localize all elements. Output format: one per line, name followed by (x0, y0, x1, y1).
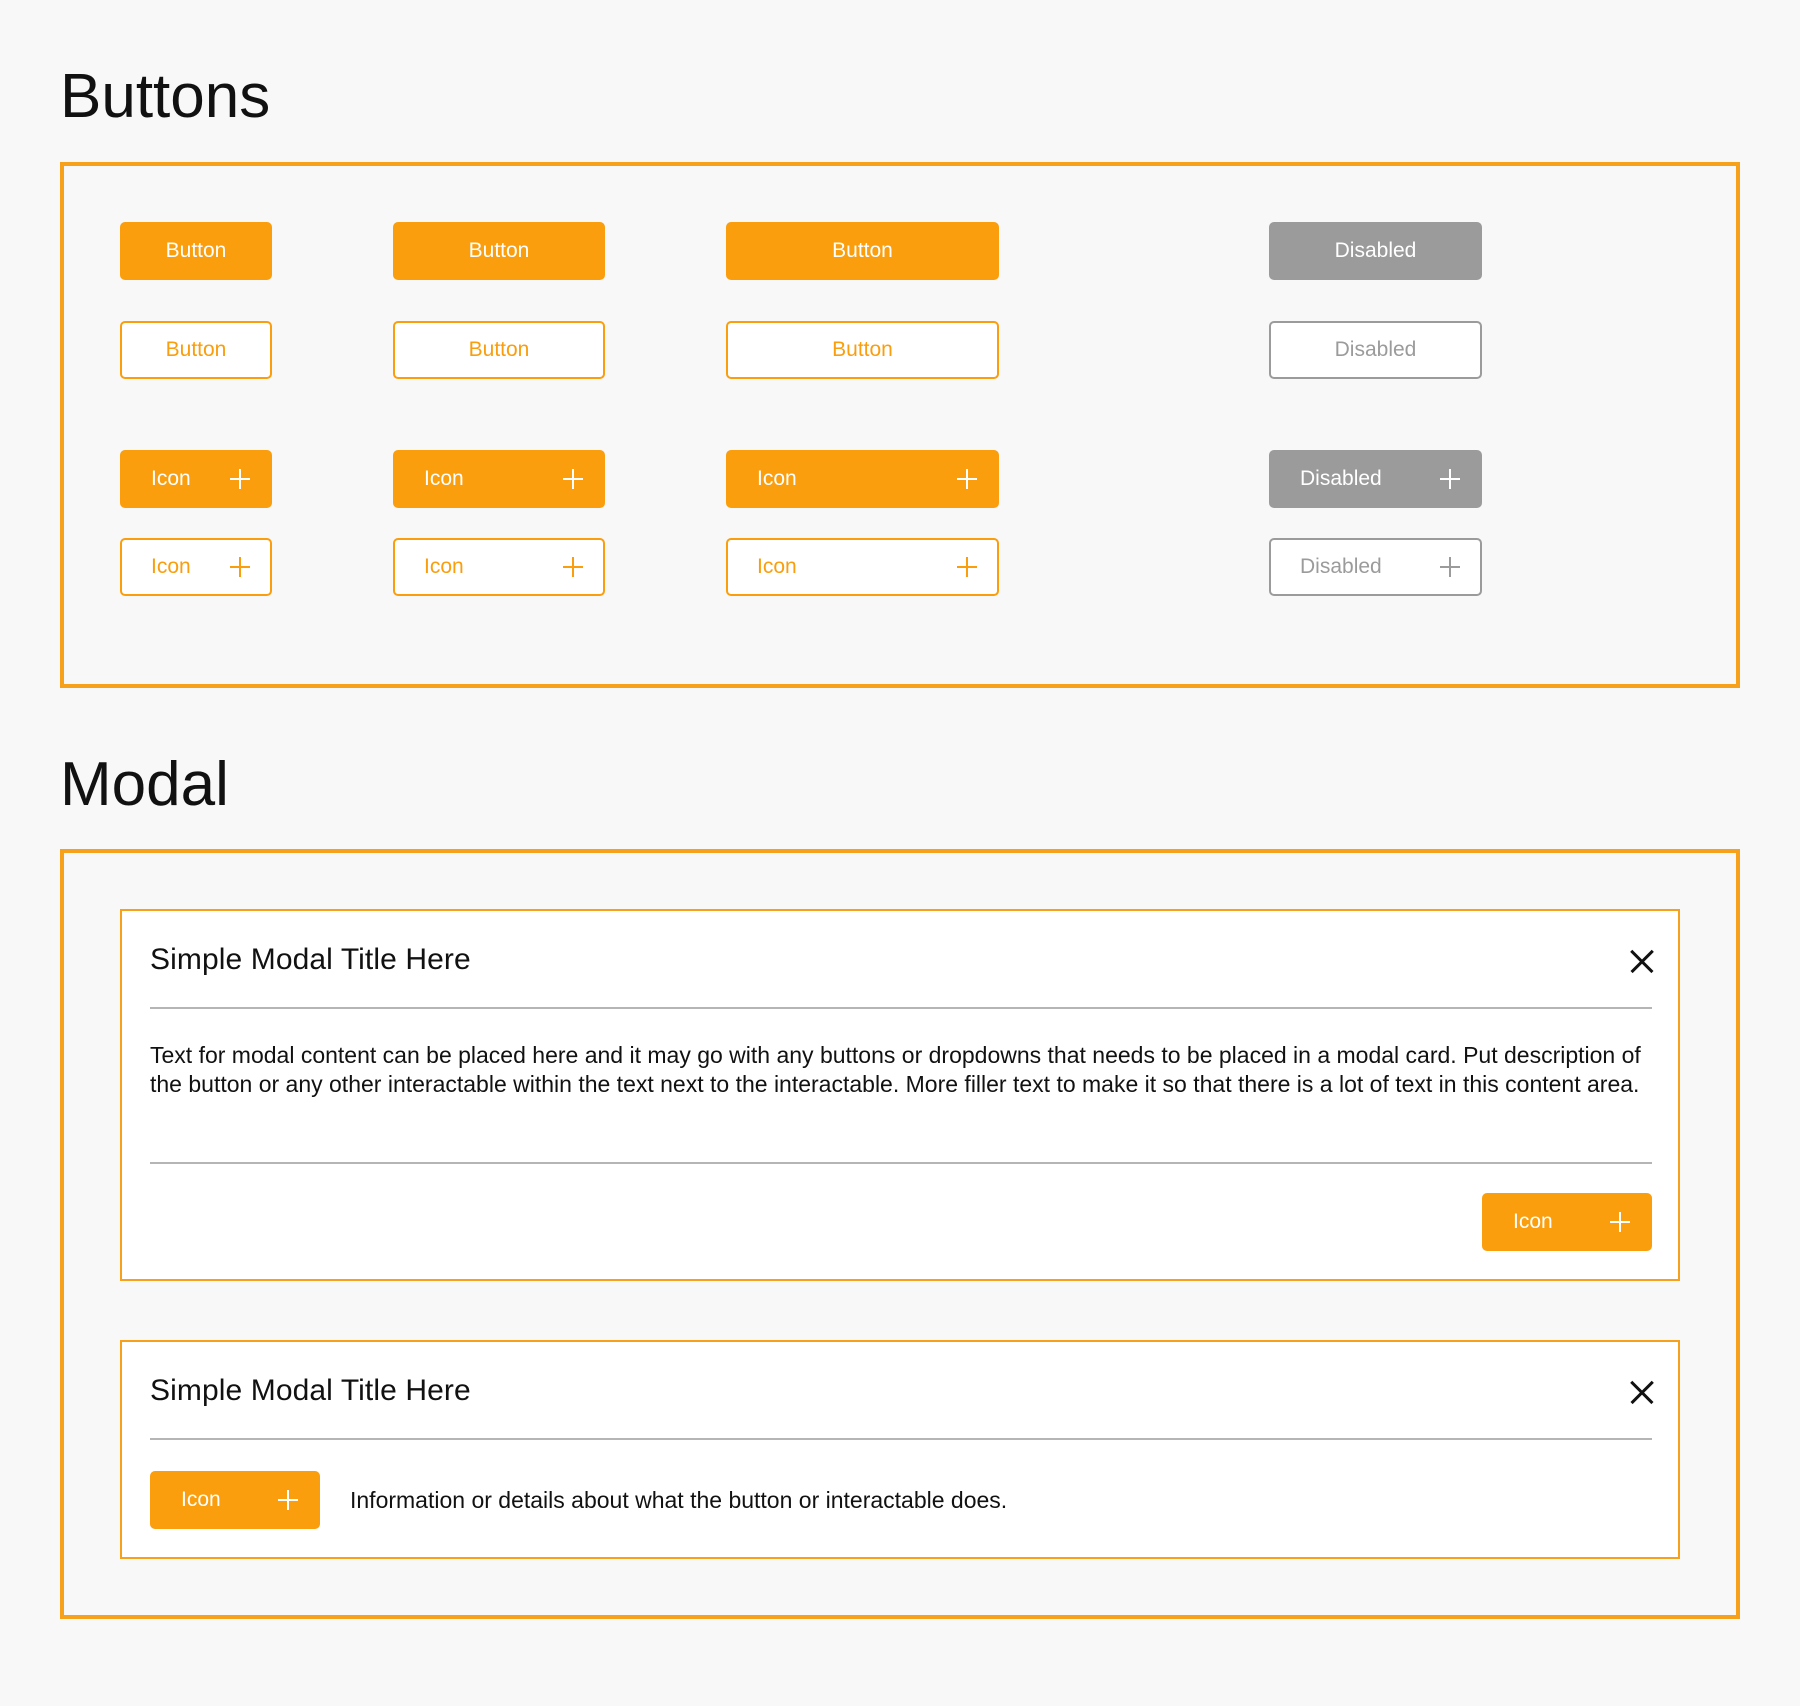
outline-icon-button-disabled: Disabled (1269, 538, 1482, 596)
modal-icon-button[interactable]: Icon (1482, 1193, 1652, 1251)
modal-body-text: Text for modal content can be placed her… (150, 1042, 1641, 1097)
solid-icon-button-large[interactable]: Icon (726, 450, 999, 508)
solid-icon-button-small[interactable]: Icon (120, 450, 272, 508)
close-icon[interactable] (1630, 1380, 1654, 1404)
page: Buttons Button Button Button Disabled Bu… (0, 0, 1800, 1706)
plus-icon (563, 469, 583, 489)
modal-icon-button[interactable]: Icon (150, 1471, 320, 1529)
button-label: Icon (424, 555, 464, 578)
close-icon[interactable] (1630, 949, 1654, 973)
plus-icon (1610, 1212, 1630, 1232)
plus-icon (957, 469, 977, 489)
outline-icon-button-medium[interactable]: Icon (393, 538, 605, 596)
button-label: Icon (181, 1488, 221, 1511)
modal-card-inline: Simple Modal Title Here Icon Information… (120, 1340, 1680, 1559)
solid-button-disabled: Disabled (1269, 222, 1482, 280)
solid-icon-button-disabled: Disabled (1269, 450, 1482, 508)
button-label: Button (832, 338, 893, 361)
plus-icon (1440, 469, 1460, 489)
buttons-heading: Buttons (60, 62, 271, 131)
button-label: Button (832, 239, 893, 262)
plus-icon (1440, 557, 1460, 577)
button-label: Button (468, 239, 530, 262)
modal-header-divider (150, 1007, 1652, 1009)
outline-button-medium[interactable]: Button (393, 321, 605, 379)
plus-icon (278, 1490, 298, 1510)
modal-header-divider (150, 1438, 1652, 1440)
button-label: Disabled (1334, 239, 1417, 262)
button-label: Icon (1513, 1210, 1553, 1233)
outline-button-large[interactable]: Button (726, 321, 999, 379)
solid-button-large[interactable]: Button (726, 222, 999, 280)
outline-button-small[interactable]: Button (120, 321, 272, 379)
button-label: Icon (757, 467, 797, 490)
button-label: Button (165, 338, 227, 361)
button-label: Icon (151, 467, 191, 490)
outline-icon-button-small[interactable]: Icon (120, 538, 272, 596)
solid-button-small[interactable]: Button (120, 222, 272, 280)
button-label: Disabled (1300, 467, 1382, 490)
modal-footer-divider (150, 1162, 1652, 1164)
solid-icon-button-medium[interactable]: Icon (393, 450, 605, 508)
button-label: Disabled (1300, 555, 1382, 578)
solid-button-medium[interactable]: Button (393, 222, 605, 280)
modal-heading: Modal (60, 750, 229, 819)
plus-icon (230, 469, 250, 489)
button-label: Button (468, 338, 530, 361)
modal-card-content: Simple Modal Title Here Text for modal c… (120, 909, 1680, 1281)
button-description: Information or details about what the bu… (350, 1487, 1008, 1513)
button-label: Disabled (1334, 338, 1417, 361)
button-label: Button (165, 239, 227, 262)
button-label: Icon (757, 555, 797, 578)
outline-icon-button-large[interactable]: Icon (726, 538, 999, 596)
modal-title: Simple Modal Title Here (150, 943, 471, 976)
buttons-panel: Button Button Button Disabled Button But… (60, 162, 1740, 688)
plus-icon (957, 557, 977, 577)
plus-icon (230, 557, 250, 577)
button-label: Icon (151, 555, 191, 578)
plus-icon (563, 557, 583, 577)
outline-button-disabled: Disabled (1269, 321, 1482, 379)
button-label: Icon (424, 467, 464, 490)
modal-title: Simple Modal Title Here (150, 1374, 471, 1407)
